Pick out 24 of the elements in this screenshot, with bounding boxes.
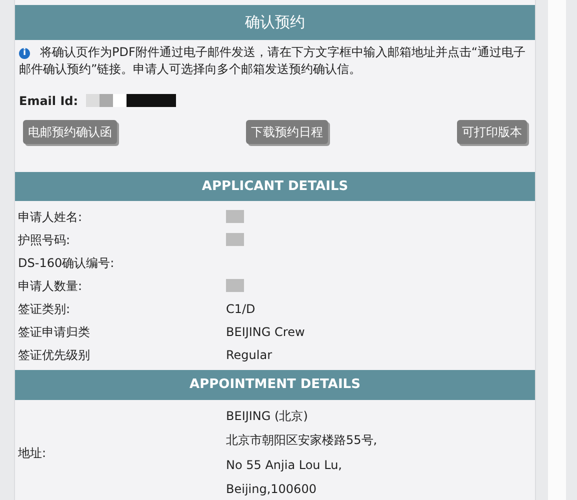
field-label: 签证申请归类 bbox=[18, 324, 91, 340]
info-icon: i bbox=[19, 48, 30, 58]
address-line: 北京市朝阳区安家楼路55号, bbox=[226, 432, 378, 450]
field-label: 护照号码: bbox=[18, 232, 72, 248]
address-line: BEIJING (北京) bbox=[226, 408, 309, 425]
field-label: DS-160确认编号: bbox=[18, 254, 116, 272]
email-label: Email Id: bbox=[19, 92, 78, 110]
action-button[interactable]: 电邮预约确认函 bbox=[23, 120, 117, 144]
field-label: 签证类别: bbox=[18, 300, 72, 318]
action-button[interactable]: 下载预约日程 bbox=[246, 120, 328, 144]
field-value: Regular bbox=[226, 346, 272, 364]
section-heading: APPOINTMENT DETAILS bbox=[15, 370, 535, 400]
action-button[interactable]: 可打印版本 bbox=[457, 120, 527, 144]
field-value: BEIJING Crew bbox=[226, 324, 305, 340]
address-line: Beijing,100600 bbox=[226, 481, 318, 498]
field-label: 申请人姓名: bbox=[18, 208, 84, 226]
field-label: 签证优先级别 bbox=[18, 346, 91, 364]
page-title: 确认预约 bbox=[15, 5, 535, 40]
field-label: 申请人数量: bbox=[18, 278, 84, 294]
field-label: 地址: bbox=[18, 444, 48, 462]
field-value: C1/D bbox=[226, 300, 256, 318]
section-heading: APPLICANT DETAILS bbox=[15, 172, 535, 201]
info-text: i 将确认页作为PDF附件通过电子邮件发送，请在下方文字框中输入邮箱地址并点击“通过电子邮件确认预约”链接。申请人可选择向多个邮箱发送预约确认信。 bbox=[18, 44, 527, 78]
address-line: No 55 Anjia Lou Lu, bbox=[226, 456, 343, 474]
